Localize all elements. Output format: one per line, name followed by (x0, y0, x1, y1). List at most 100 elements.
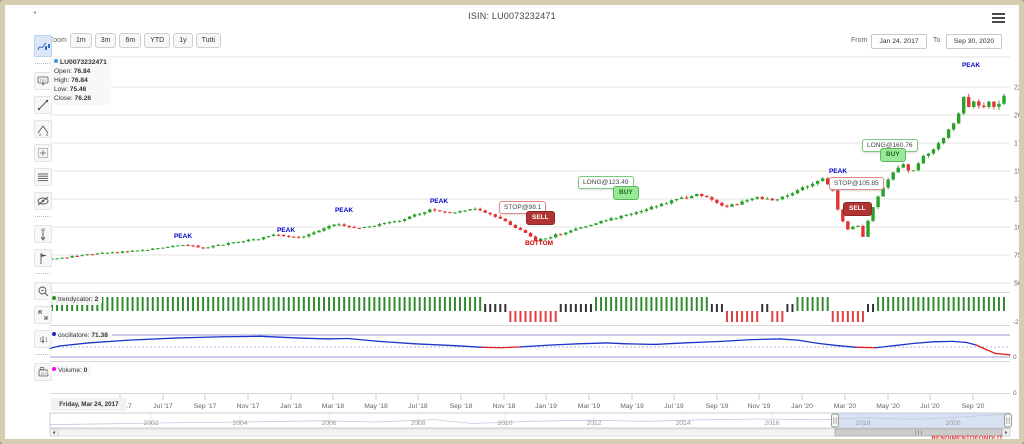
navigator-year-label: 2006 (321, 420, 336, 427)
x-axis-label: May '19 (620, 403, 644, 410)
zoom-button-1y[interactable]: 1y (173, 33, 192, 48)
peak-label: PEAK (174, 233, 192, 240)
fibonacci-icon[interactable] (34, 144, 52, 162)
zoom-button-ytd[interactable]: YTD (144, 33, 170, 48)
x-axis-label: Jul '17 (153, 403, 173, 410)
navigator-year-label: 2016 (764, 420, 779, 427)
range-to-label: To (933, 37, 940, 44)
scrollbar[interactable] (50, 429, 1010, 436)
x-axis-label: Jan '18 (280, 403, 302, 410)
toolbar-separator (35, 273, 50, 274)
y-axis-label: 150 (1014, 169, 1024, 176)
toolbar-separator (35, 216, 50, 217)
chart-plot-area[interactable] (50, 58, 1010, 292)
hide-annotations-icon[interactable] (34, 192, 52, 210)
navigator-year-label: 2010 (497, 420, 512, 427)
navigator-year-label: 2012 (586, 420, 601, 427)
svg-text:TXT: TXT (40, 79, 46, 83)
y-axis-label: 50 (1014, 281, 1022, 288)
x-axis-label: Nov '17 (237, 403, 260, 410)
low-value: 75.46 (70, 86, 87, 93)
flag-icon[interactable] (34, 249, 52, 267)
y-axis-label: 200 (1014, 113, 1024, 120)
volume-value: 0 (84, 367, 88, 374)
y-axis-label: 125 (1014, 197, 1024, 204)
navigator-year-label: 2004 (232, 420, 247, 427)
trendycator-name: trendycator: (58, 296, 93, 303)
high-label: High: (54, 77, 69, 84)
svg-text:B: B (46, 133, 48, 137)
chart-canvas: 2252001751501251007550-2.400May '17Jul '… (5, 5, 1024, 444)
elliott-wave-icon[interactable]: AB (34, 120, 52, 138)
close-value: 76.26 (75, 95, 92, 102)
page-title: ISIN: LU0073232471 (5, 11, 1019, 21)
x-axis-label: Jul '20 (920, 403, 940, 410)
buy-signal-badge: BUY (880, 148, 906, 162)
oscillator-value: 71.38 (91, 332, 108, 339)
stop-level-label: STOP@105.85 (829, 177, 884, 190)
x-axis-label: Mar '19 (578, 403, 601, 410)
x-axis-label: Sep '19 (706, 403, 729, 410)
svg-text:A: A (39, 133, 42, 137)
x-axis-label: May '20 (876, 403, 900, 410)
parallel-lines-icon[interactable] (34, 168, 52, 186)
x-axis-label: Jan '19 (535, 403, 557, 410)
zoom-button-tutti[interactable]: Tutti (196, 33, 221, 48)
range-from-input[interactable] (871, 34, 927, 49)
oscillator-dot (52, 332, 56, 336)
low-label: Low: (54, 86, 68, 93)
navigator[interactable]: 2002200420062008201020122014201620182020 (50, 413, 1012, 428)
zoom-button-6m[interactable]: 6m (119, 33, 141, 48)
x-axis-label: Sep '20 (962, 403, 985, 410)
crosshair-date-tooltip: Friday, Mar 24, 2017 (51, 398, 127, 411)
zoom-button-1m[interactable]: 1m (70, 33, 92, 48)
y-axis-label: 100 (1014, 225, 1024, 232)
navigator-year-label: 2014 (675, 420, 690, 427)
navigator-year-label: 2020 (945, 420, 960, 427)
toolbar-separator (35, 63, 50, 64)
x-axis (120, 394, 973, 400)
bottom-label: BOTTOM (525, 240, 553, 247)
y-axis-label: 175 (1014, 141, 1024, 148)
volume-dot (52, 367, 56, 371)
peak-label: PEAK (829, 168, 847, 175)
oscillator-axis-label: 0 (1013, 354, 1017, 361)
series-dot (54, 59, 58, 63)
trendycator-value: 2 (95, 296, 99, 303)
toolbar-collapse-icon[interactable]: ◂ (33, 9, 36, 16)
oscillator-name: oscillatore: (58, 332, 90, 339)
navigator-handle-right[interactable] (1005, 414, 1012, 427)
oscillator-legend: oscillatore: 71.38 (48, 330, 112, 341)
vertical-counter-icon[interactable]: 123 (34, 225, 52, 243)
trendycator-bars (52, 297, 1004, 322)
series-name: LU0073232471 (60, 59, 107, 66)
range-from-label: From (851, 37, 867, 44)
trendycator-legend: trendycator: 2 (48, 294, 102, 305)
navigator-year-label: 2002 (143, 420, 158, 427)
x-axis-label: Jul '18 (408, 403, 428, 410)
open-label: Open: (54, 68, 72, 75)
x-axis-label: May '18 (364, 403, 388, 410)
fullscreen-icon[interactable] (34, 306, 52, 324)
series-type-icon[interactable] (34, 35, 52, 57)
buy-signal-badge: BUY (613, 186, 639, 200)
x-axis-label: Nov '18 (493, 403, 516, 410)
zoom-button-3m[interactable]: 3m (95, 33, 117, 48)
y-axis-label: 75 (1014, 253, 1022, 260)
volume-legend: Volume: 0 (48, 365, 91, 376)
peak-label: PEAK (277, 227, 295, 234)
trendycator-axis-label: -2.4 (1013, 319, 1024, 326)
toolbar-separator (35, 354, 50, 355)
x-axis-label: Jul '19 (664, 403, 684, 410)
range-to-input[interactable] (946, 34, 1002, 49)
x-axis-label: Sep '17 (194, 403, 217, 410)
svg-text:16.2: 16.2 (41, 371, 47, 375)
ohlc-tooltip: LU0073232471 Open: 76.84 High: 76.84 Low… (50, 56, 111, 105)
menu-icon[interactable] (992, 13, 1005, 24)
zoom-buttons: 1m3m6mYTD1y Tutti (70, 33, 221, 48)
high-value: 76.84 (71, 77, 88, 84)
x-axis-label: Nov '19 (748, 403, 771, 410)
watermark: RENDIMENTOFONDI.IT (931, 435, 1003, 442)
navigator-handle-left[interactable] (832, 414, 839, 427)
y-axis-label: 225 (1014, 85, 1024, 92)
